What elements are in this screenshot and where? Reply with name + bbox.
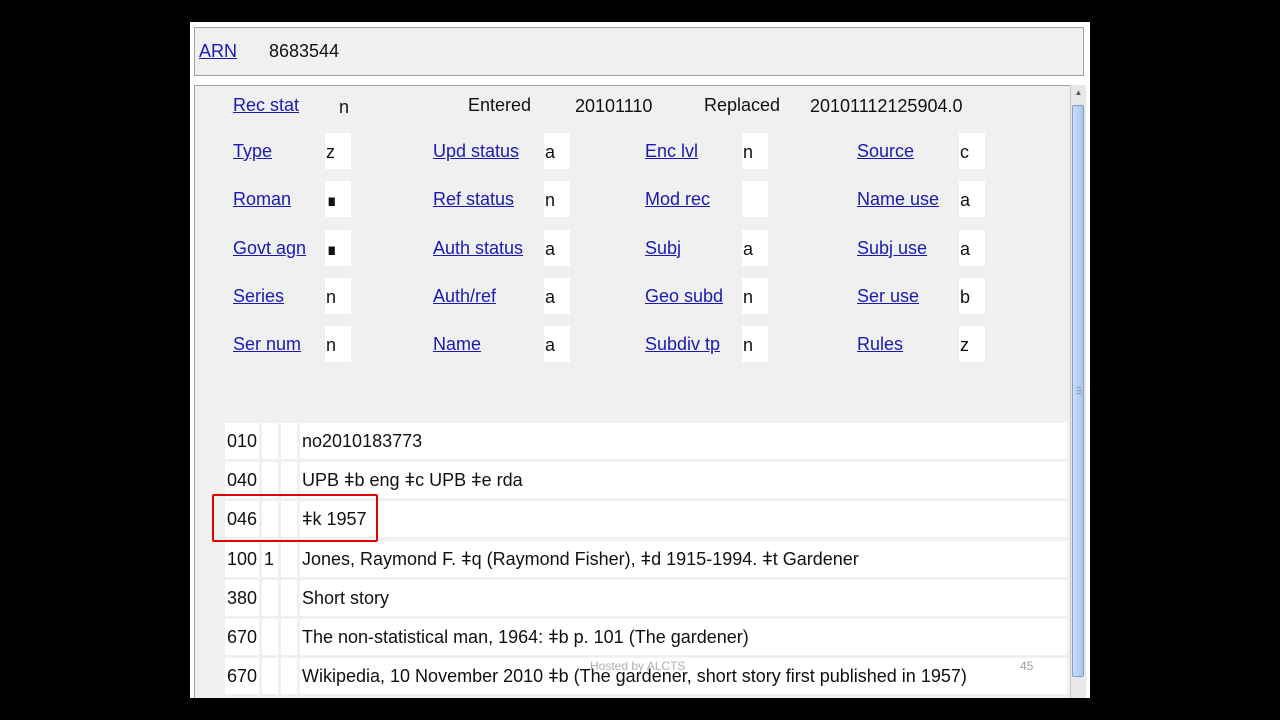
- subj-use-link[interactable]: Subj use: [857, 238, 927, 259]
- upd-status-link[interactable]: Upd status: [433, 141, 519, 162]
- type-value-field[interactable]: z: [325, 133, 351, 169]
- vertical-scrollbar[interactable]: ▲ ‒ ‒ ‒: [1070, 85, 1086, 698]
- field-row-040: 040 UPB ǂb eng ǂc UPB ǂe rda: [225, 462, 1067, 499]
- indicator-2[interactable]: [281, 658, 297, 695]
- ser-use-link[interactable]: Ser use: [857, 286, 919, 307]
- source-link[interactable]: Source: [857, 141, 914, 162]
- rec-stat-value: n: [339, 97, 350, 117]
- arn-bar: ARN 8683544: [194, 27, 1084, 76]
- name-value-field[interactable]: a: [544, 326, 570, 363]
- slide: ARN 8683544 Rec stat n Entered 20101110 …: [190, 22, 1090, 698]
- footer-text: Hosted by ALCTS: [590, 659, 686, 673]
- ser-num-value-field[interactable]: n: [325, 326, 351, 363]
- field-tag[interactable]: 380: [225, 579, 259, 616]
- rules-link[interactable]: Rules: [857, 334, 903, 355]
- geo-subd-value-field[interactable]: n: [742, 277, 768, 314]
- arn-link[interactable]: ARN: [199, 41, 237, 62]
- indicator-1[interactable]: 1: [262, 540, 278, 577]
- field-tag[interactable]: 040: [225, 462, 259, 499]
- highlight-box-046: [212, 494, 378, 542]
- govt-agn-value-field[interactable]: ∎: [325, 229, 351, 266]
- indicator-2[interactable]: [281, 540, 297, 577]
- field-content[interactable]: UPB ǂb eng ǂc UPB ǂe rda: [300, 462, 1067, 499]
- indicator-1[interactable]: [262, 462, 278, 499]
- field-content[interactable]: Short story: [300, 579, 1067, 616]
- roman-link[interactable]: Roman: [233, 189, 291, 210]
- enc-lvl-link[interactable]: Enc lvl: [645, 141, 698, 162]
- name-link[interactable]: Name: [433, 334, 481, 355]
- field-content[interactable]: no2010183773: [300, 423, 1067, 459]
- field-row-380: 380 Short story: [225, 579, 1067, 616]
- source-value-field[interactable]: c: [959, 133, 985, 169]
- scroll-thumb[interactable]: ‒ ‒ ‒: [1072, 105, 1084, 677]
- ser-num-link[interactable]: Ser num: [233, 334, 301, 355]
- subdiv-tp-link[interactable]: Subdiv tp: [645, 334, 720, 355]
- name-use-link[interactable]: Name use: [857, 189, 939, 210]
- upd-status-value-field[interactable]: a: [544, 133, 570, 169]
- subj-value-field[interactable]: a: [742, 229, 768, 266]
- field-tag[interactable]: 670: [225, 658, 259, 695]
- mod-rec-value-field[interactable]: [742, 181, 768, 218]
- ref-status-link[interactable]: Ref status: [433, 189, 514, 210]
- indicator-1[interactable]: [262, 619, 278, 655]
- indicator-1[interactable]: [262, 423, 278, 459]
- rec-stat-link[interactable]: Rec stat: [233, 95, 299, 116]
- entered-value: 20101110: [575, 96, 653, 116]
- indicator-2[interactable]: [281, 423, 297, 459]
- ref-status-value-field[interactable]: n: [544, 181, 570, 218]
- subj-link[interactable]: Subj: [645, 238, 681, 259]
- indicator-1[interactable]: [262, 579, 278, 616]
- rules-value-field[interactable]: z: [959, 326, 985, 363]
- field-tag[interactable]: 100: [225, 540, 259, 577]
- indicator-2[interactable]: [281, 462, 297, 499]
- replaced-value: 20101112125904.0: [810, 96, 963, 116]
- field-row-100: 100 1 Jones, Raymond F. ǂq (Raymond Fisher…: [225, 540, 1067, 577]
- auth-ref-value-field[interactable]: a: [544, 277, 570, 314]
- field-tag[interactable]: 010: [225, 423, 259, 459]
- indicator-2[interactable]: [281, 579, 297, 616]
- series-value-field[interactable]: n: [325, 277, 351, 314]
- subdiv-tp-value-field[interactable]: n: [742, 326, 768, 363]
- roman-value-field[interactable]: ∎: [325, 181, 351, 218]
- field-content[interactable]: Jones, Raymond F. ǂq (Raymond Fisher), ǂ…: [300, 540, 1067, 577]
- auth-status-link[interactable]: Auth status: [433, 238, 523, 259]
- grip-icon: ‒ ‒ ‒: [1076, 383, 1082, 398]
- field-tag[interactable]: 670: [225, 619, 259, 655]
- name-use-value-field[interactable]: a: [959, 181, 985, 218]
- indicator-1[interactable]: [262, 658, 278, 695]
- scroll-up-arrow-icon[interactable]: ▲: [1071, 85, 1086, 101]
- page-number: 45: [1020, 659, 1034, 673]
- field-row-010: 010 no2010183773: [225, 423, 1067, 459]
- replaced-label: Replaced: [704, 95, 781, 115]
- auth-status-value-field[interactable]: a: [544, 229, 570, 266]
- auth-ref-link[interactable]: Auth/ref: [433, 286, 496, 307]
- record-pane: Rec stat n Entered 20101110 Replaced 201…: [194, 85, 1070, 698]
- field-row-670: 670 The non-statistical man, 1964: ǂb p. …: [225, 619, 1067, 655]
- subj-use-value-field[interactable]: a: [959, 229, 985, 266]
- arn-value: 8683544: [269, 41, 340, 61]
- ser-use-value-field[interactable]: b: [959, 277, 985, 314]
- field-content[interactable]: The non-statistical man, 1964: ǂb p. 101…: [300, 619, 1067, 655]
- mod-rec-link[interactable]: Mod rec: [645, 189, 710, 210]
- enc-lvl-value-field[interactable]: n: [742, 133, 768, 169]
- geo-subd-link[interactable]: Geo subd: [645, 286, 723, 307]
- govt-agn-link[interactable]: Govt agn: [233, 238, 306, 259]
- indicator-2[interactable]: [281, 619, 297, 655]
- field-content[interactable]: ǂk 1957: [300, 501, 1067, 538]
- type-link[interactable]: Type: [233, 141, 272, 162]
- series-link[interactable]: Series: [233, 286, 284, 307]
- entered-label: Entered: [468, 95, 532, 115]
